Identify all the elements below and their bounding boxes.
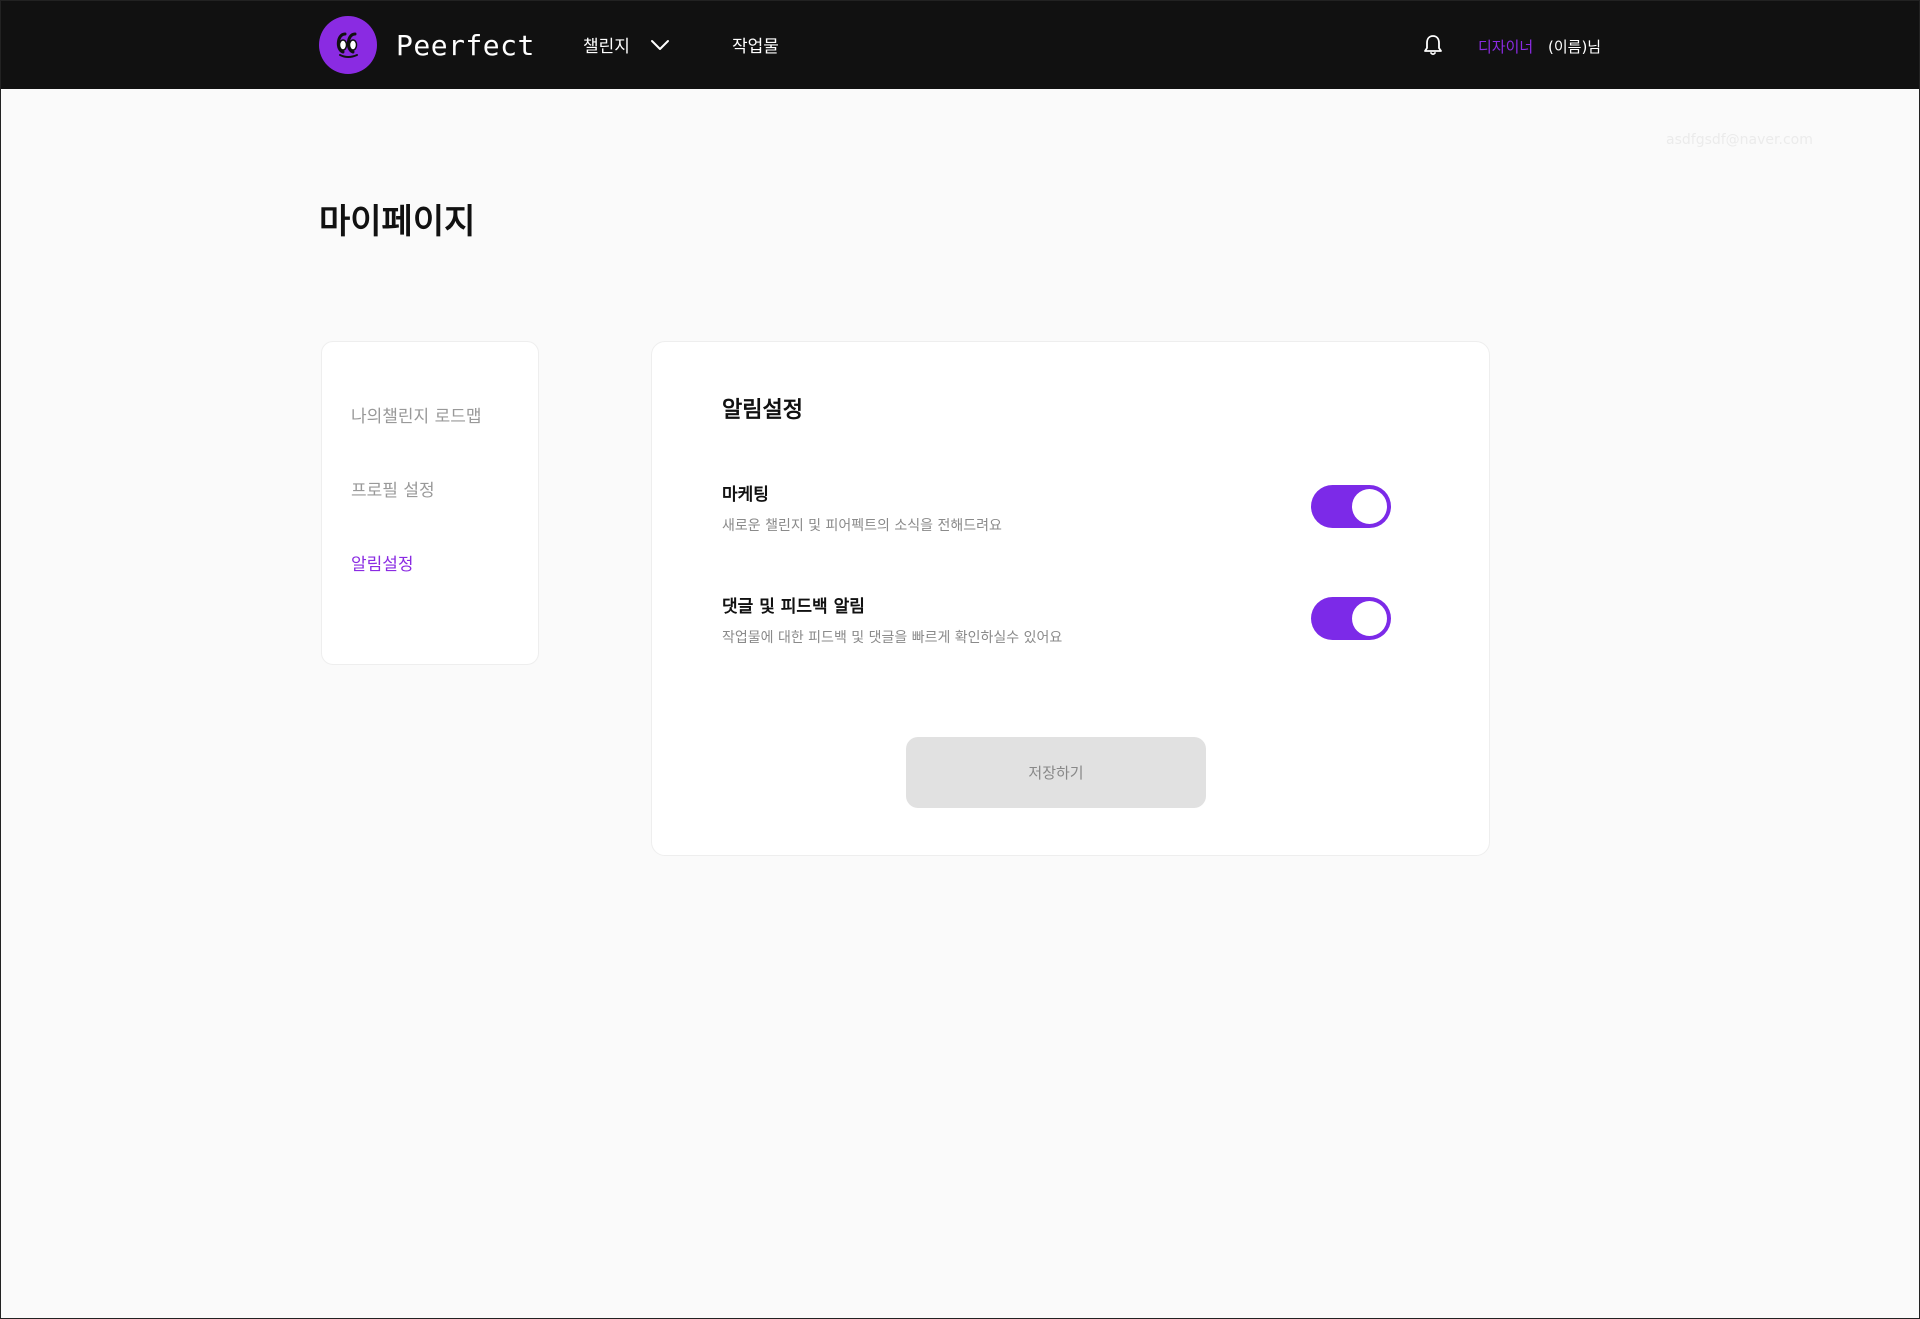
peerfect-logo-icon xyxy=(319,16,377,74)
feedback-toggle[interactable] xyxy=(1311,597,1391,640)
nav-challenge-label: 챌린지 xyxy=(583,37,630,57)
bell-icon[interactable] xyxy=(1422,33,1444,61)
sidebar-item-roadmap[interactable]: 나의챌린지 로드맵 xyxy=(351,402,482,427)
user-name-label[interactable]: (이름)님 xyxy=(1548,36,1601,57)
sidebar-item-profile[interactable]: 프로필 설정 xyxy=(351,476,435,501)
panel-title: 알림설정 xyxy=(722,398,803,423)
notification-settings-panel: 알림설정 마케팅 새로운 챌린지 및 피어펙트의 소식을 전해드려요 댓글 및 … xyxy=(651,341,1490,856)
setting-title-feedback: 댓글 및 피드백 알림 xyxy=(722,597,865,617)
page-title: 마이페이지 xyxy=(319,202,476,242)
nav-works-link[interactable]: 작업물 xyxy=(732,32,779,57)
setting-desc-feedback: 작업물에 대한 피드백 및 댓글을 빠르게 확인하실수 있어요 xyxy=(722,630,1063,646)
ghost-email-text: asdfgsdf@naver.com xyxy=(1666,132,1813,148)
chevron-down-icon xyxy=(650,39,669,50)
mypage-sidebar: 나의챌린지 로드맵 프로필 설정 알림설정 xyxy=(321,341,539,665)
top-header: Peerfect 챌린지 작업물 디자이너 (이름)님 xyxy=(0,0,1920,89)
setting-desc-marketing: 새로운 챌린지 및 피어펙트의 소식을 전해드려요 xyxy=(722,518,1002,534)
brand-logo[interactable]: Peerfect xyxy=(319,16,535,74)
setting-title-marketing: 마케팅 xyxy=(722,485,769,505)
toggle-knob xyxy=(1352,601,1387,636)
brand-name: Peerfect xyxy=(396,28,535,62)
marketing-toggle[interactable] xyxy=(1311,485,1391,528)
sidebar-item-notifications[interactable]: 알림설정 xyxy=(351,550,414,575)
nav-challenge-dropdown[interactable]: 챌린지 xyxy=(583,32,670,57)
toggle-knob xyxy=(1352,489,1387,524)
save-button[interactable]: 저장하기 xyxy=(906,737,1206,808)
user-role-label[interactable]: 디자이너 xyxy=(1478,36,1533,57)
